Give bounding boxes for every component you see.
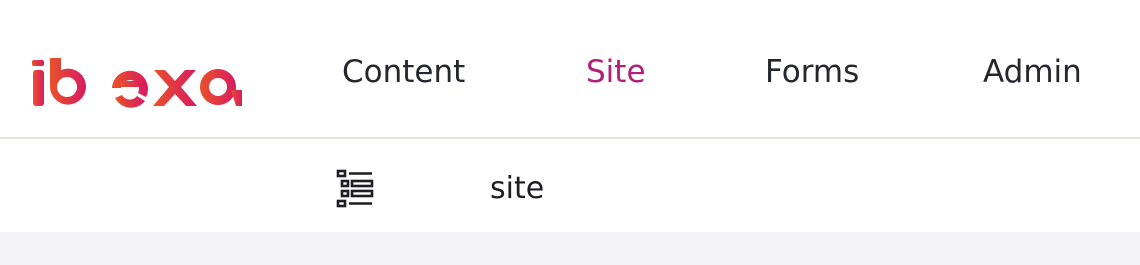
nav-site[interactable]: Site — [586, 50, 646, 94]
sub-header-bar: site — [0, 139, 1140, 232]
nav-forms[interactable]: Forms — [765, 50, 859, 94]
breadcrumb-current-location: site — [490, 171, 545, 206]
ibexa-logo: ibexa — [32, 58, 242, 108]
nav-admin[interactable]: Admin — [983, 50, 1082, 94]
nav-content[interactable]: Content — [342, 50, 465, 94]
content-tree-toggle-button[interactable] — [332, 166, 378, 210]
top-navigation-bar: ibexa — [0, 0, 1140, 139]
content-tree-list-icon — [336, 169, 374, 208]
